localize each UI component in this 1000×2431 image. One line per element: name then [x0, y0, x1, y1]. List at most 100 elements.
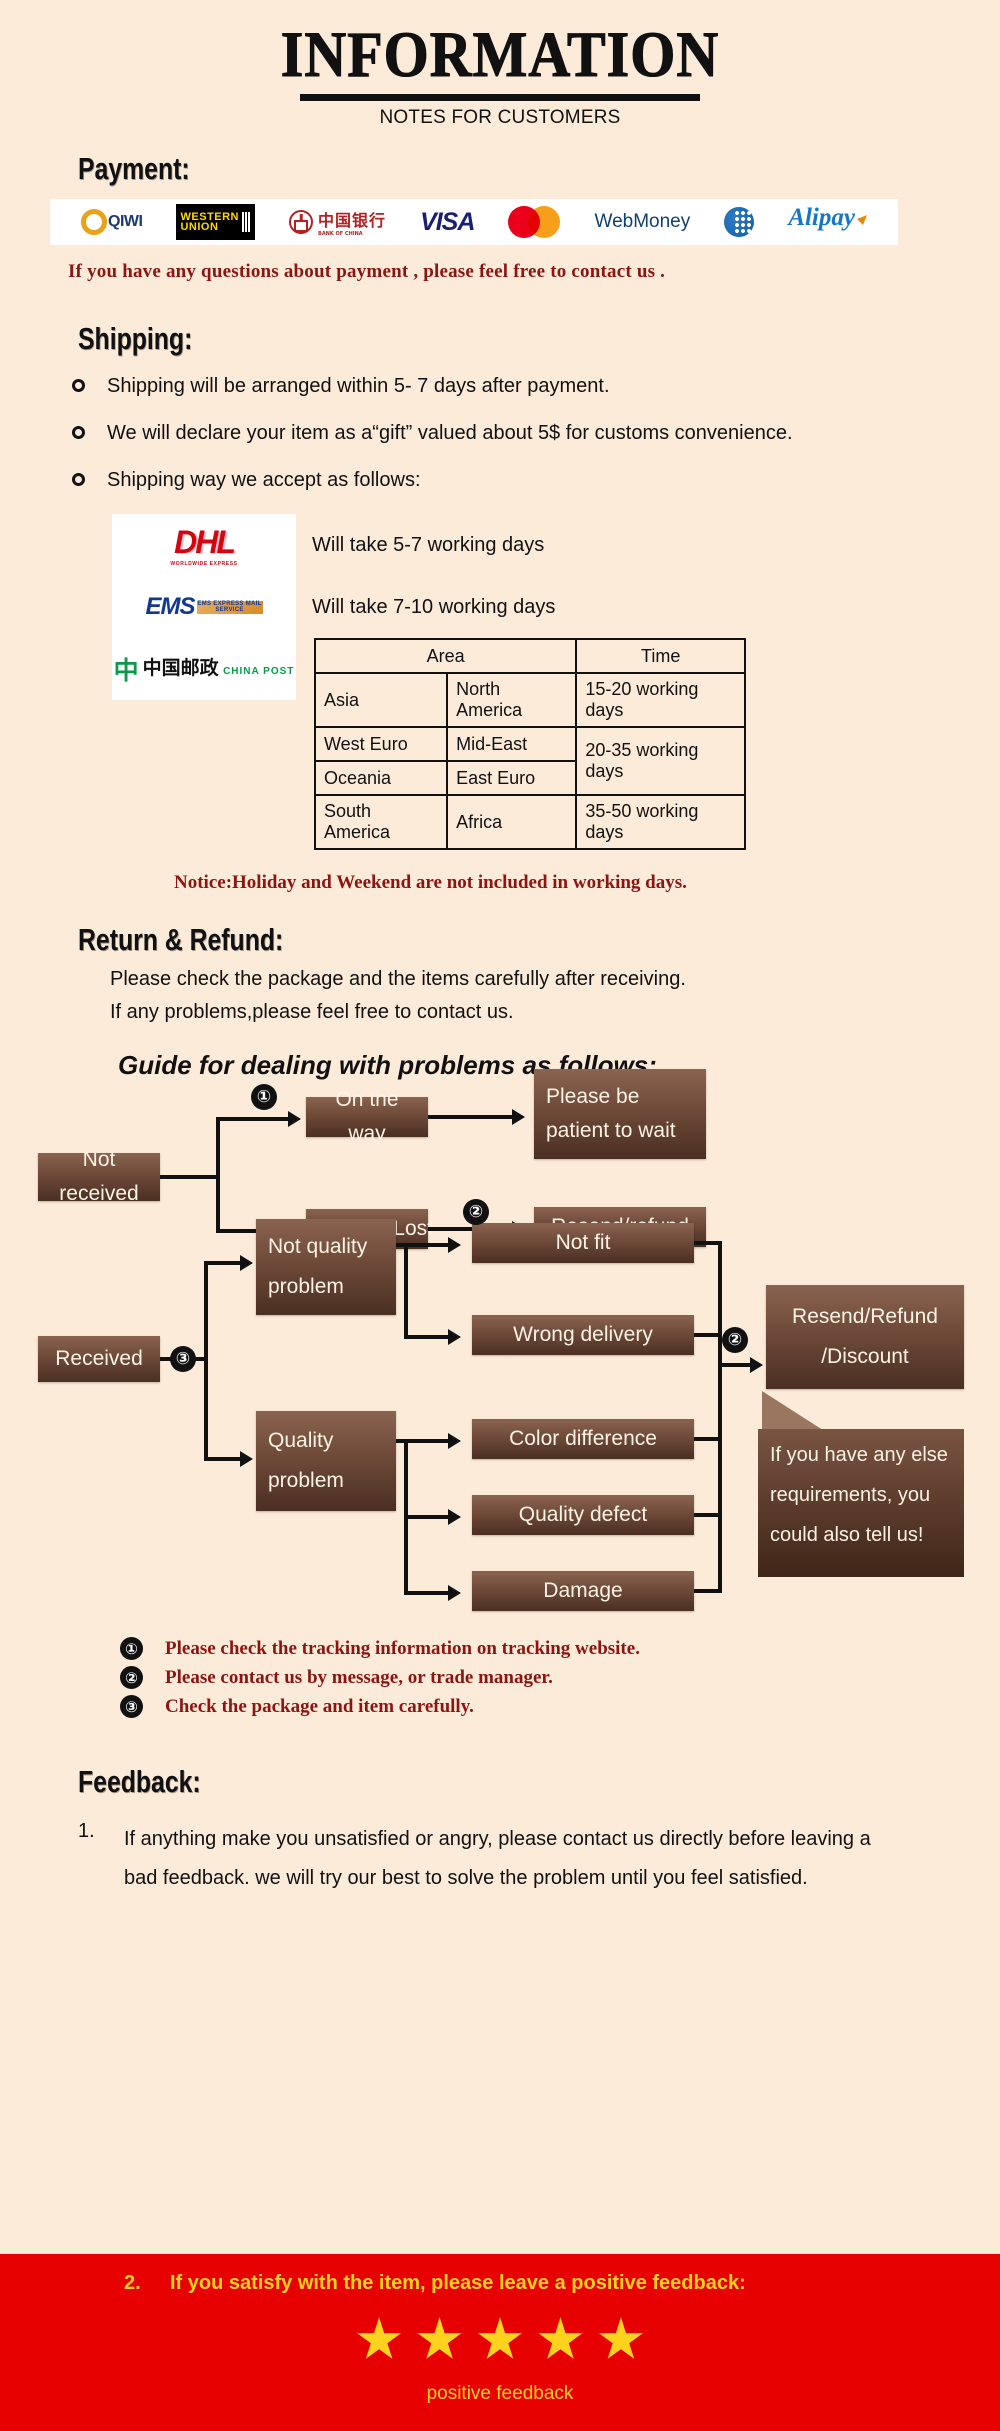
numbered-notes: ① Please check the tracking information …: [120, 1637, 1000, 1718]
table-header-area: Area: [313, 638, 578, 674]
table-header-row: Area Time: [313, 638, 746, 674]
star-icon[interactable]: [357, 2317, 402, 2359]
positive-feedback-banner: 2. If you satisfy with the item, please …: [0, 2254, 1000, 2431]
bullet-ring-icon: [72, 379, 85, 392]
shipping-notice: Notice:Holiday and Weekend are not inclu…: [174, 872, 687, 893]
connector: [216, 1117, 288, 1121]
ems-label: EMS: [145, 593, 195, 620]
mastercard-logo: [508, 204, 561, 240]
arrow-icon: [448, 1433, 461, 1449]
page-header: INFORMATION NOTES FOR CUSTOMERS: [0, 0, 1000, 129]
china-post-tagline: CHINA POST: [223, 666, 295, 677]
table-cell-time: 20-35 working days: [575, 726, 746, 796]
title-rule: [300, 94, 700, 101]
webmoney-globe-icon: [724, 204, 755, 240]
table-cell-area1: West Euro: [313, 726, 449, 762]
node-quality-problem: Quality problem: [256, 1411, 396, 1511]
table-cell-area1: Oceania: [313, 760, 449, 796]
note-row: ① Please check the tracking information …: [120, 1637, 1000, 1660]
table-cell-time: 35-50 working days: [575, 794, 746, 850]
note-text: Please check the tracking information on…: [165, 1637, 640, 1659]
connector: [216, 1117, 220, 1233]
arrow-icon: [448, 1509, 461, 1525]
shipping-section: Shipping: Shipping will be arranged with…: [0, 321, 1000, 894]
arrow-icon: [512, 1109, 525, 1125]
china-post-label: 中国邮政: [142, 657, 219, 679]
connector: [428, 1115, 512, 1119]
star-icon[interactable]: [477, 2317, 523, 2359]
dhl-logo: DHL WORLDWIDE EXPRESS: [112, 514, 296, 576]
alipay-swoosh-icon: [856, 215, 867, 225]
visa-logo: VISA: [420, 207, 475, 236]
node-received: Received: [38, 1336, 160, 1382]
webmoney-logo: WebMoney: [594, 211, 691, 232]
bullet-ring-icon: [72, 473, 85, 486]
table-row: South America Africa 35-50 working days: [313, 794, 746, 850]
ems-bar-icon: EMS EXPRESS MAIL SERVICE: [196, 600, 263, 614]
carrier-details-column: Will take 5-7 working days Will take 7-1…: [296, 514, 1000, 850]
return-line-1: Please check the package and the items c…: [110, 968, 686, 990]
feedback-heading: Feedback:: [78, 1764, 201, 1799]
bullet-text: Shipping will be arranged within 5- 7 da…: [107, 375, 610, 397]
china-post-logo: 中 中国邮政 CHINA POST: [112, 638, 296, 700]
connector: [404, 1591, 448, 1595]
bullet-ring-icon: [72, 426, 85, 439]
page-subtitle: NOTES FOR CUSTOMERS: [379, 107, 621, 128]
star-icon[interactable]: [538, 2317, 583, 2359]
connector: [204, 1261, 240, 1265]
boc-label: 中国银行 BANK OF CHINA: [318, 211, 387, 237]
ems-time-text: Will take 7-10 working days: [312, 595, 556, 618]
payment-note: If you have any questions about payment …: [68, 261, 666, 282]
node-resend-refund-discount: Resend/Refund /Discount: [766, 1285, 964, 1389]
arrow-icon: [240, 1451, 253, 1467]
connector: [718, 1241, 722, 1593]
note-row: ② Please contact us by message, or trade…: [120, 1666, 1000, 1689]
node-damage: Damage: [472, 1571, 694, 1611]
china-post-glyph-icon: 中: [113, 656, 139, 685]
connector: [718, 1363, 750, 1367]
bullet-text: Shipping way we accept as follows:: [107, 469, 421, 491]
shipping-bullets: Shipping will be arranged within 5- 7 da…: [72, 373, 1000, 494]
page-title: INFORMATION: [280, 17, 720, 91]
arrow-icon: [240, 1255, 253, 1271]
table-row: West Euro Mid-East 20-35 working days: [313, 726, 746, 796]
arrow-icon: [448, 1329, 461, 1345]
connector: [404, 1515, 448, 1519]
shipping-time-table: Area Time Asia North America 15-20 worki…: [313, 638, 746, 850]
table-header-time: Time: [575, 638, 746, 674]
arrow-icon: [750, 1357, 763, 1373]
connector: [160, 1175, 218, 1179]
qiwi-label: QIWI: [108, 213, 143, 230]
connector: [396, 1243, 448, 1247]
table-row: Asia North America 15-20 working days: [313, 672, 746, 728]
flowchart-callout: If you have any else requirements, you c…: [758, 1429, 964, 1577]
star-icon[interactable]: [417, 2317, 462, 2359]
payment-heading: Payment:: [78, 151, 190, 186]
western-union-bottom: UNION: [180, 221, 219, 233]
node-not-received: Not received: [38, 1148, 160, 1205]
ems-tagline: EMS EXPRESS MAIL SERVICE: [197, 601, 262, 613]
alipay-logo: Alipay: [788, 204, 867, 240]
node-wrong-delivery: Wrong delivery: [472, 1315, 694, 1355]
note-row: ③ Check the package and item carefully.: [120, 1695, 1000, 1718]
note-badge-3: ③: [120, 1695, 143, 1718]
feedback-item-1: 1. If anything make you unsatisfied or a…: [78, 1820, 1000, 1898]
return-refund-section: Return & Refund: Please check the packag…: [0, 922, 1000, 1081]
bank-of-china-logo: 中国银行 BANK OF CHINA: [289, 204, 386, 240]
table-cell-area2: Africa: [446, 794, 578, 850]
star-rating[interactable]: [0, 2317, 1000, 2367]
badge-2-top: ②: [463, 1199, 489, 1225]
payment-logos-strip: QIWI WESTERN UNION 中国银行 BANK OF CHINA VIS…: [50, 199, 898, 245]
table-cell-area1: Asia: [313, 672, 449, 728]
western-union-bars-icon: [241, 212, 251, 232]
feedback-item-2: 2. If you satisfy with the item, please …: [0, 2272, 1000, 2295]
node-quality-defect: Quality defect: [472, 1495, 694, 1535]
ems-logo: EMS EMS EXPRESS MAIL SERVICE: [112, 576, 296, 638]
node-color-difference: Color difference: [472, 1419, 694, 1459]
node-please-wait: Please be patient to wait: [534, 1069, 706, 1159]
arrow-icon: [288, 1111, 301, 1127]
star-icon[interactable]: [598, 2317, 643, 2359]
return-line-2: If any problems,please feel free to cont…: [110, 1001, 514, 1023]
return-refund-heading: Return & Refund:: [78, 922, 284, 957]
arrow-icon: [448, 1585, 461, 1601]
